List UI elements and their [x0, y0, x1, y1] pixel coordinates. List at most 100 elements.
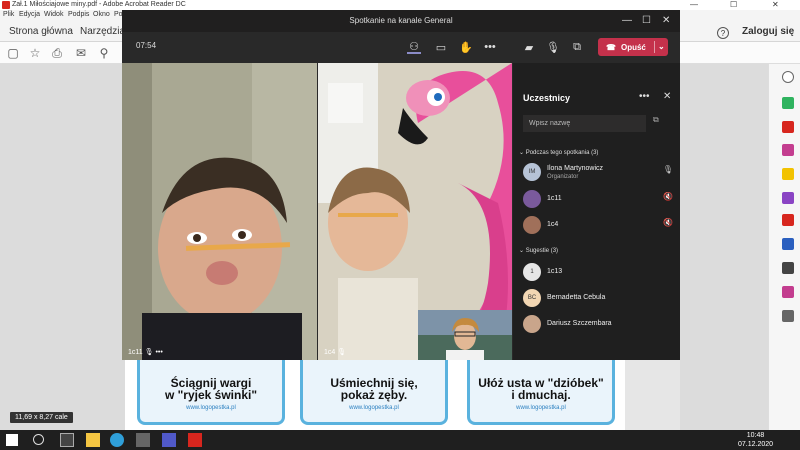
avatar: BC [523, 289, 541, 307]
participant-row[interactable]: 1c4 🔇 [523, 216, 673, 238]
menu-item-sign[interactable]: Podpis [68, 11, 89, 18]
search-icon[interactable] [33, 434, 44, 445]
teams-window-title: Spotkanie na kanale General [122, 10, 680, 32]
avatar [523, 315, 541, 333]
participants-panel: Uczestnicy ••• ✕ ⧉ ⌄ Podczas tego spotka… [513, 63, 680, 360]
avatar: 1 [523, 263, 541, 281]
file-explorer-icon[interactable] [86, 433, 100, 447]
windows-taskbar [0, 430, 800, 450]
mic-muted-icon: 🔇 [663, 218, 673, 227]
suggestion-row[interactable]: BC Bernadetta Cebula [523, 289, 673, 311]
share-invite-icon[interactable]: ⧉ [653, 115, 659, 125]
more-actions-icon[interactable]: ••• [483, 40, 497, 54]
menu-item-edit[interactable]: Edycja [19, 11, 40, 18]
mic-muted-icon: 🔇 [663, 192, 673, 201]
raise-hand-icon[interactable]: ✋ [459, 40, 473, 54]
tile-label: 1c11 🎙 ••• [128, 349, 163, 356]
video-feed-boy [122, 63, 317, 360]
microphone-icon: 🎙 [662, 165, 673, 174]
exercise-card: Ułóż usta w "dzióbek" i dmuchaj. www.log… [467, 355, 615, 425]
section-suggestions[interactable]: ⌄ Sugestie (3) [519, 247, 558, 254]
export-pdf-icon[interactable] [782, 97, 794, 109]
chat-icon[interactable]: ▭ [434, 40, 448, 54]
bookmark-star-icon[interactable]: ☆ [28, 46, 42, 60]
meeting-controls-bar: 07:54 ⚇ ▭ ✋ ••• ▰ 🎙 ⧉ ☎ Opuść ⌄ [122, 32, 680, 62]
print-icon[interactable]: ⎙ [50, 46, 64, 60]
clock-date: 07.12.2020 [738, 441, 774, 448]
leave-separator [654, 41, 655, 53]
card-url: www.logopestka.pl [349, 405, 399, 411]
save-icon[interactable]: ▢ [6, 46, 20, 60]
meeting-timer: 07:54 [136, 41, 157, 50]
edge-icon[interactable] [110, 433, 124, 447]
teams-minimize-icon[interactable]: — [622, 10, 632, 32]
video-tile[interactable]: 1c11 🎙 ••• [122, 63, 317, 360]
stamp-icon[interactable] [782, 286, 794, 298]
teams-meeting-window: Spotkanie na kanale General — ☐ ✕ 07:54 … [122, 10, 680, 360]
acrobat-icon[interactable] [188, 433, 202, 447]
leave-label: Opuść [620, 42, 646, 52]
participant-row[interactable]: IM Ilona Martynowicz Organizator 🎙 [523, 163, 673, 185]
menu-item-file[interactable]: Plik [3, 11, 14, 18]
teams-close-icon[interactable]: ✕ [662, 10, 670, 32]
help-icon[interactable]: ? [717, 27, 729, 39]
participant-name: Bernadetta Cebula [547, 294, 606, 301]
participant-role: Organizator [547, 174, 579, 180]
menu-item-view[interactable]: Widok [44, 11, 63, 18]
share-screen-icon[interactable]: ⧉ [570, 40, 584, 54]
participant-name: 1c11 [547, 195, 562, 202]
pen-icon[interactable] [782, 262, 794, 274]
participant-search-input[interactable] [523, 115, 646, 132]
teams-icon[interactable] [162, 433, 176, 447]
tab-home[interactable]: Strona główna [9, 26, 73, 37]
document-background-right [680, 64, 768, 430]
phone-icon: ☎ [606, 42, 616, 52]
participant-name: 1c13 [547, 268, 563, 275]
suggestion-row[interactable]: Dariusz Szczembara [523, 315, 673, 337]
card-line2: w "ryjek świnki" [164, 388, 258, 402]
tools-icon[interactable] [782, 310, 794, 322]
page-size-tooltip: 11,69 x 8,27 cale [10, 412, 73, 423]
minimize-icon[interactable]: — [690, 0, 698, 10]
acrobat-app-icon [2, 1, 10, 9]
section-in-meeting[interactable]: ⌄ Podczas tego spotkania (3) [519, 149, 598, 156]
self-view-tile[interactable] [418, 310, 512, 360]
comment-icon[interactable] [782, 168, 794, 180]
card-line2: i dmuchaj. [511, 388, 571, 402]
notion-icon[interactable] [60, 433, 74, 447]
panel-close-icon[interactable]: ✕ [663, 91, 671, 102]
document-background-left [0, 64, 125, 430]
teams-maximize-icon[interactable]: ☐ [642, 10, 651, 32]
panel-more-icon[interactable]: ••• [639, 91, 650, 102]
edit-pdf-icon[interactable] [782, 144, 794, 156]
zoom-icon[interactable] [782, 71, 794, 83]
close-icon[interactable]: ✕ [772, 0, 779, 10]
card-line2: pokaż zęby. [340, 388, 408, 402]
participant-name: Ilona Martynowicz [547, 165, 604, 172]
maximize-icon[interactable]: ☐ [730, 0, 737, 10]
login-link[interactable]: Zaloguj się [742, 26, 794, 37]
fill-sign-icon[interactable] [782, 192, 794, 204]
camera-icon[interactable]: ▰ [522, 40, 536, 54]
organize-pages-icon[interactable] [782, 214, 794, 226]
search-icon[interactable]: ⚲ [97, 46, 111, 60]
protect-icon[interactable] [782, 238, 794, 250]
create-pdf-icon[interactable] [782, 121, 794, 133]
participants-icon[interactable]: ⚇ [407, 40, 421, 54]
system-clock[interactable]: 10:48 07.12.2020 [738, 431, 773, 449]
pdf-page: Ściągnij wargi w "ryjek świnki" www.logo… [125, 355, 625, 430]
leave-button[interactable]: ☎ Opuść ⌄ [598, 38, 668, 56]
tile-label: 1c4 🎙 [324, 349, 347, 356]
menu-item-window[interactable]: Okno [93, 11, 110, 18]
store-icon[interactable] [136, 433, 150, 447]
chevron-down-icon[interactable]: ⌄ [658, 38, 665, 56]
microphone-icon[interactable]: 🎙 [546, 40, 560, 54]
tab-tools[interactable]: Narzędzia [80, 26, 125, 37]
suggestion-row[interactable]: 1 1c13 [523, 263, 673, 285]
avatar [523, 190, 541, 208]
start-icon[interactable] [6, 434, 18, 446]
participant-name: Dariusz Szczembara [547, 320, 612, 327]
email-icon[interactable]: ✉ [74, 46, 88, 60]
participant-row[interactable]: 1c11 🔇 [523, 190, 673, 212]
acrobat-title-bar: Zał.1 Miłościajowe miny.pdf - Adobe Acro… [0, 0, 800, 10]
